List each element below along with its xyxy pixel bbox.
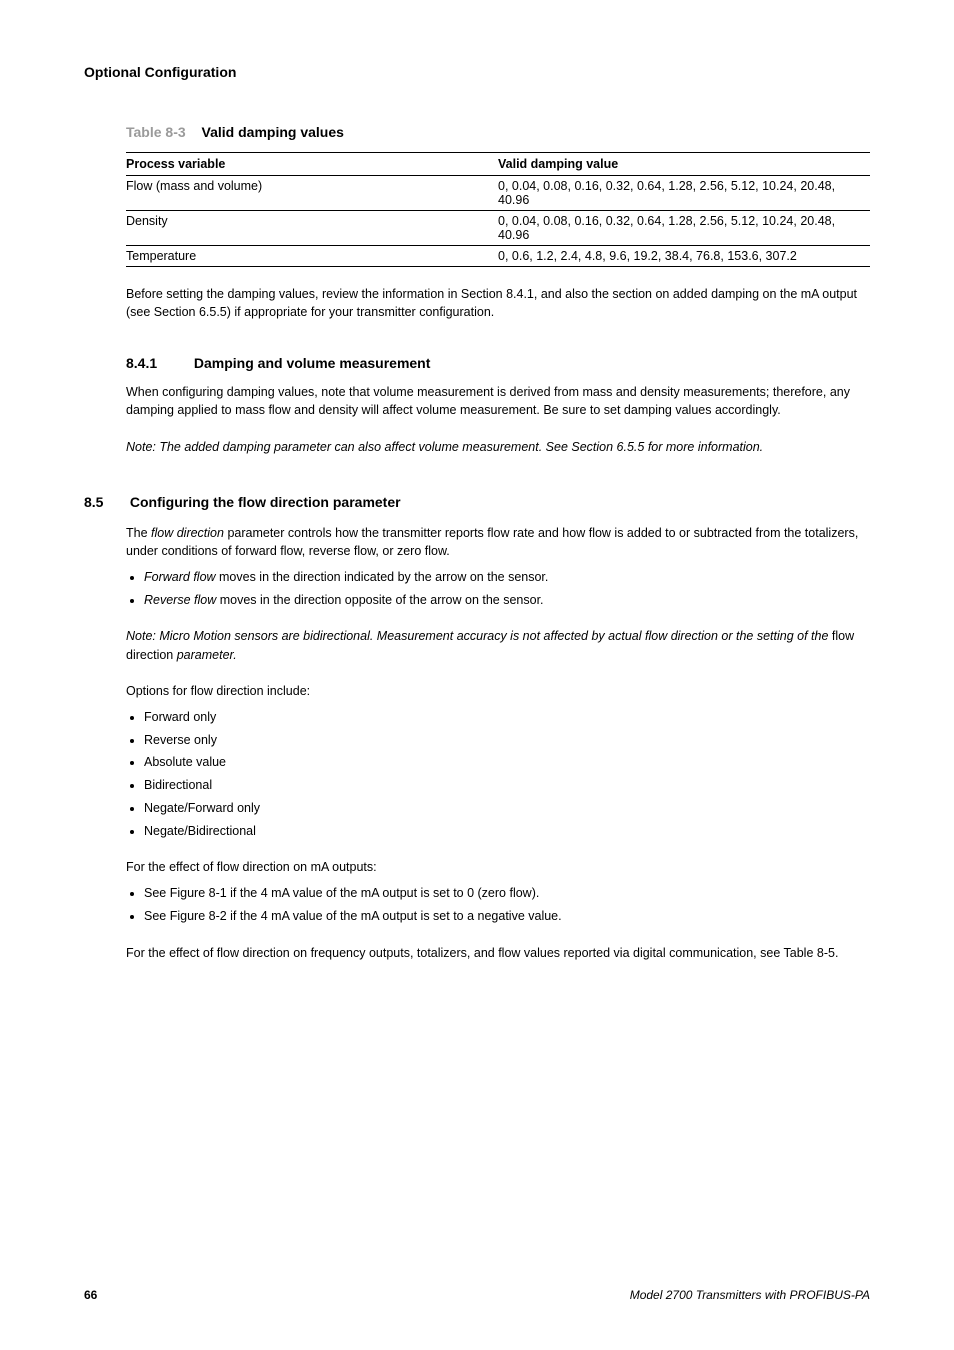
an-a: Note: Micro Motion sensors are bidirecti…	[126, 629, 832, 643]
t-b: parameter controls how the transmitter r…	[126, 526, 858, 558]
section-heading: 8.5 Configuring the flow direction param…	[84, 494, 870, 510]
running-header: Optional Configuration	[84, 64, 870, 80]
page-number: 66	[84, 1288, 97, 1302]
section-title: Configuring the flow direction parameter	[130, 494, 401, 510]
table-note: Before setting the damping values, revie…	[126, 285, 870, 321]
section-number: 8.5	[84, 494, 126, 510]
list-item: Forward only	[144, 708, 870, 727]
t-i: flow direction	[151, 526, 224, 540]
pv-cell: Flow (mass and volume)	[126, 176, 498, 211]
col-process-variable: Process variable	[126, 153, 498, 176]
list-item: Negate/Forward only	[144, 799, 870, 818]
list-item: Absolute value	[144, 753, 870, 772]
paragraph: When configuring damping values, note th…	[126, 383, 870, 419]
subsection-title: Damping and volume measurement	[194, 355, 431, 371]
effects-intro: For the effect of flow direction on mA o…	[126, 858, 870, 876]
options-list: Forward only Reverse only Absolute value…	[144, 708, 870, 841]
damping-table: Process variable Valid damping value Flo…	[126, 152, 870, 267]
val-cell: 0, 0.6, 1.2, 2.4, 4.8, 9.6, 19.2, 38.4, …	[498, 246, 870, 267]
col-valid-damping: Valid damping value	[498, 153, 870, 176]
note-a: Note: The added damping parameter can al…	[126, 440, 571, 454]
table-row: Temperature 0, 0.6, 1.2, 2.4, 4.8, 9.6, …	[126, 246, 870, 267]
table-caption: Table 8-3 Valid damping values	[126, 124, 870, 140]
list-item: Reverse flow moves in the direction oppo…	[144, 591, 870, 610]
doc-title: Model 2700 Transmitters with PROFIBUS-PA	[630, 1288, 870, 1302]
flow-dir-list: Forward flow moves in the direction indi…	[144, 568, 870, 610]
li-rest: moves in the direction opposite of the a…	[216, 593, 543, 607]
pv-cell: Density	[126, 211, 498, 246]
page-footer: 66 Model 2700 Transmitters with PROFIBUS…	[84, 1288, 870, 1302]
subsection-number: 8.4.1	[126, 355, 190, 371]
list-item: See Figure 8-2 if the 4 mA value of the …	[144, 907, 870, 926]
note-paragraph: Note: The added damping parameter can al…	[126, 438, 870, 456]
list-item: Forward flow moves in the direction indi…	[144, 568, 870, 587]
li-term: Reverse flow	[144, 593, 216, 607]
effects-list: See Figure 8-1 if the 4 mA value of the …	[144, 884, 870, 926]
note-b: for more information.	[644, 440, 763, 454]
list-item: Bidirectional	[144, 776, 870, 795]
list-item: Negate/Bidirectional	[144, 822, 870, 841]
subsection-heading: 8.4.1 Damping and volume measurement	[126, 355, 870, 371]
list-item: Reverse only	[144, 731, 870, 750]
li-term: Forward flow	[144, 570, 216, 584]
options-intro: Options for flow direction include:	[126, 682, 870, 700]
t-a: The	[126, 526, 151, 540]
an-b: parameter.	[173, 648, 236, 662]
val-cell: 0, 0.04, 0.08, 0.16, 0.32, 0.64, 1.28, 2…	[498, 211, 870, 246]
note-link: Section 6.5.5	[571, 440, 644, 454]
closing-paragraph: For the effect of flow direction on freq…	[126, 944, 870, 962]
pv-cell: Temperature	[126, 246, 498, 267]
table-title: Valid damping values	[202, 124, 344, 140]
paragraph: The flow direction parameter controls ho…	[126, 524, 870, 560]
arrow-note: Note: Micro Motion sensors are bidirecti…	[126, 627, 870, 663]
val-cell: 0, 0.04, 0.08, 0.16, 0.32, 0.64, 1.28, 2…	[498, 176, 870, 211]
table-row: Flow (mass and volume) 0, 0.04, 0.08, 0.…	[126, 176, 870, 211]
table-label: Table 8-3	[126, 124, 186, 140]
list-item: See Figure 8-1 if the 4 mA value of the …	[144, 884, 870, 903]
li-rest: moves in the direction indicated by the …	[216, 570, 549, 584]
table-row: Density 0, 0.04, 0.08, 0.16, 0.32, 0.64,…	[126, 211, 870, 246]
